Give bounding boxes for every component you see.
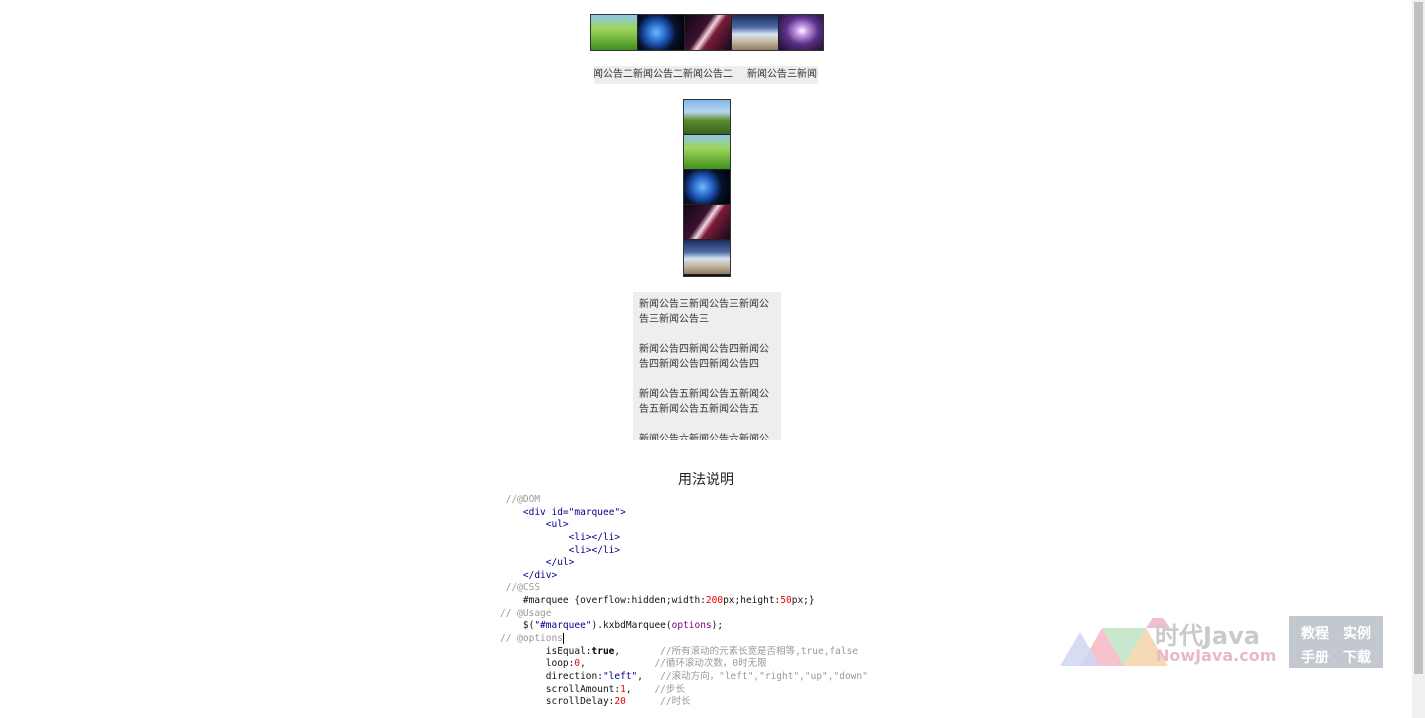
code-line: direction:"left", //滚动方向，"left","right",… (500, 670, 868, 682)
grass-image (684, 135, 730, 170)
notice-item: 新闻公告三新闻公告三 (747, 69, 818, 80)
code-line: isEqual:true, //所有滚动的元素长宽是否相等,true,false (500, 645, 859, 657)
code-line: // @Usage (500, 607, 552, 619)
vertical-image-marquee (683, 99, 731, 277)
code-line: <li></li> (568, 531, 621, 543)
beach-image (732, 15, 779, 50)
usage-title: 用法说明 (678, 472, 734, 488)
light-streak-image (684, 205, 730, 240)
planet-image (684, 170, 730, 205)
notice-paragraph: 新闻公告三新闻公告三新闻公告三新闻公告三 (639, 299, 769, 325)
link-tutorial[interactable]: 教程 (1301, 623, 1329, 643)
code-line: </ul> (545, 557, 575, 569)
vertical-text-marquee: 新闻公告三新闻公告三新闻公告三新闻公告三 新闻公告四新闻公告四新闻公告四新闻公告… (633, 292, 781, 440)
brand-name-en: NowJava.com (1156, 646, 1277, 665)
notice-paragraph: 新闻公告四新闻公告四新闻公告四新闻公告四新闻公告四 (639, 344, 769, 370)
link-example[interactable]: 实例 (1343, 623, 1371, 643)
tree-image (684, 100, 730, 135)
code-line: <li></li> (568, 544, 621, 556)
code-line: $("#marquee").kxbdMarquee(options); (500, 620, 724, 632)
light-streak-image (685, 15, 732, 50)
horizontal-image-marquee (590, 14, 824, 51)
code-line: loop:0, //循环滚动次数，0时无限 (500, 658, 767, 670)
nowjava-watermark[interactable]: 时代Java NowJava.com (1060, 616, 1277, 668)
link-manual[interactable]: 手册 (1301, 647, 1329, 667)
code-line: //@DOM (500, 494, 541, 505)
page-scrollbar[interactable] (1412, 0, 1425, 718)
notice-item: 新闻公告二新闻公告二新闻公告二 (594, 69, 733, 80)
nowjava-links: 教程 实例 手册 下载 (1289, 616, 1383, 668)
link-download[interactable]: 下载 (1343, 647, 1371, 667)
notice-paragraph: 新闻公告六新闻公告六新闻公告六 (639, 434, 769, 440)
code-line: </div> (522, 569, 558, 581)
beach-image (684, 240, 730, 275)
horizontal-text-marquee: 新闻公告二新闻公告二新闻公告二 新闻公告三新闻公告三 (594, 66, 818, 84)
code-line: <ul> (545, 519, 569, 531)
grass-image (591, 15, 638, 50)
notice-paragraph: 新闻公告五新闻公告五新闻公告五新闻公告五新闻公告五 (639, 389, 769, 415)
code-line: scrollAmount:1, //步长 (500, 683, 685, 695)
code-line: #marquee {overflow:hidden;width:200px;he… (500, 595, 815, 607)
code-line: scrollDelay:20 //时长 (500, 696, 691, 708)
code-line: // @options (500, 633, 564, 645)
usage-code-block[interactable]: //@DOM <div id="marquee"> <ul> <li></li>… (500, 494, 920, 709)
code-line: <div id="marquee"> (522, 506, 626, 518)
purple-sky-image (779, 15, 823, 50)
code-line: //@CSS (500, 582, 541, 594)
scrollbar-thumb[interactable] (1414, 2, 1423, 674)
planet-image (638, 15, 685, 50)
